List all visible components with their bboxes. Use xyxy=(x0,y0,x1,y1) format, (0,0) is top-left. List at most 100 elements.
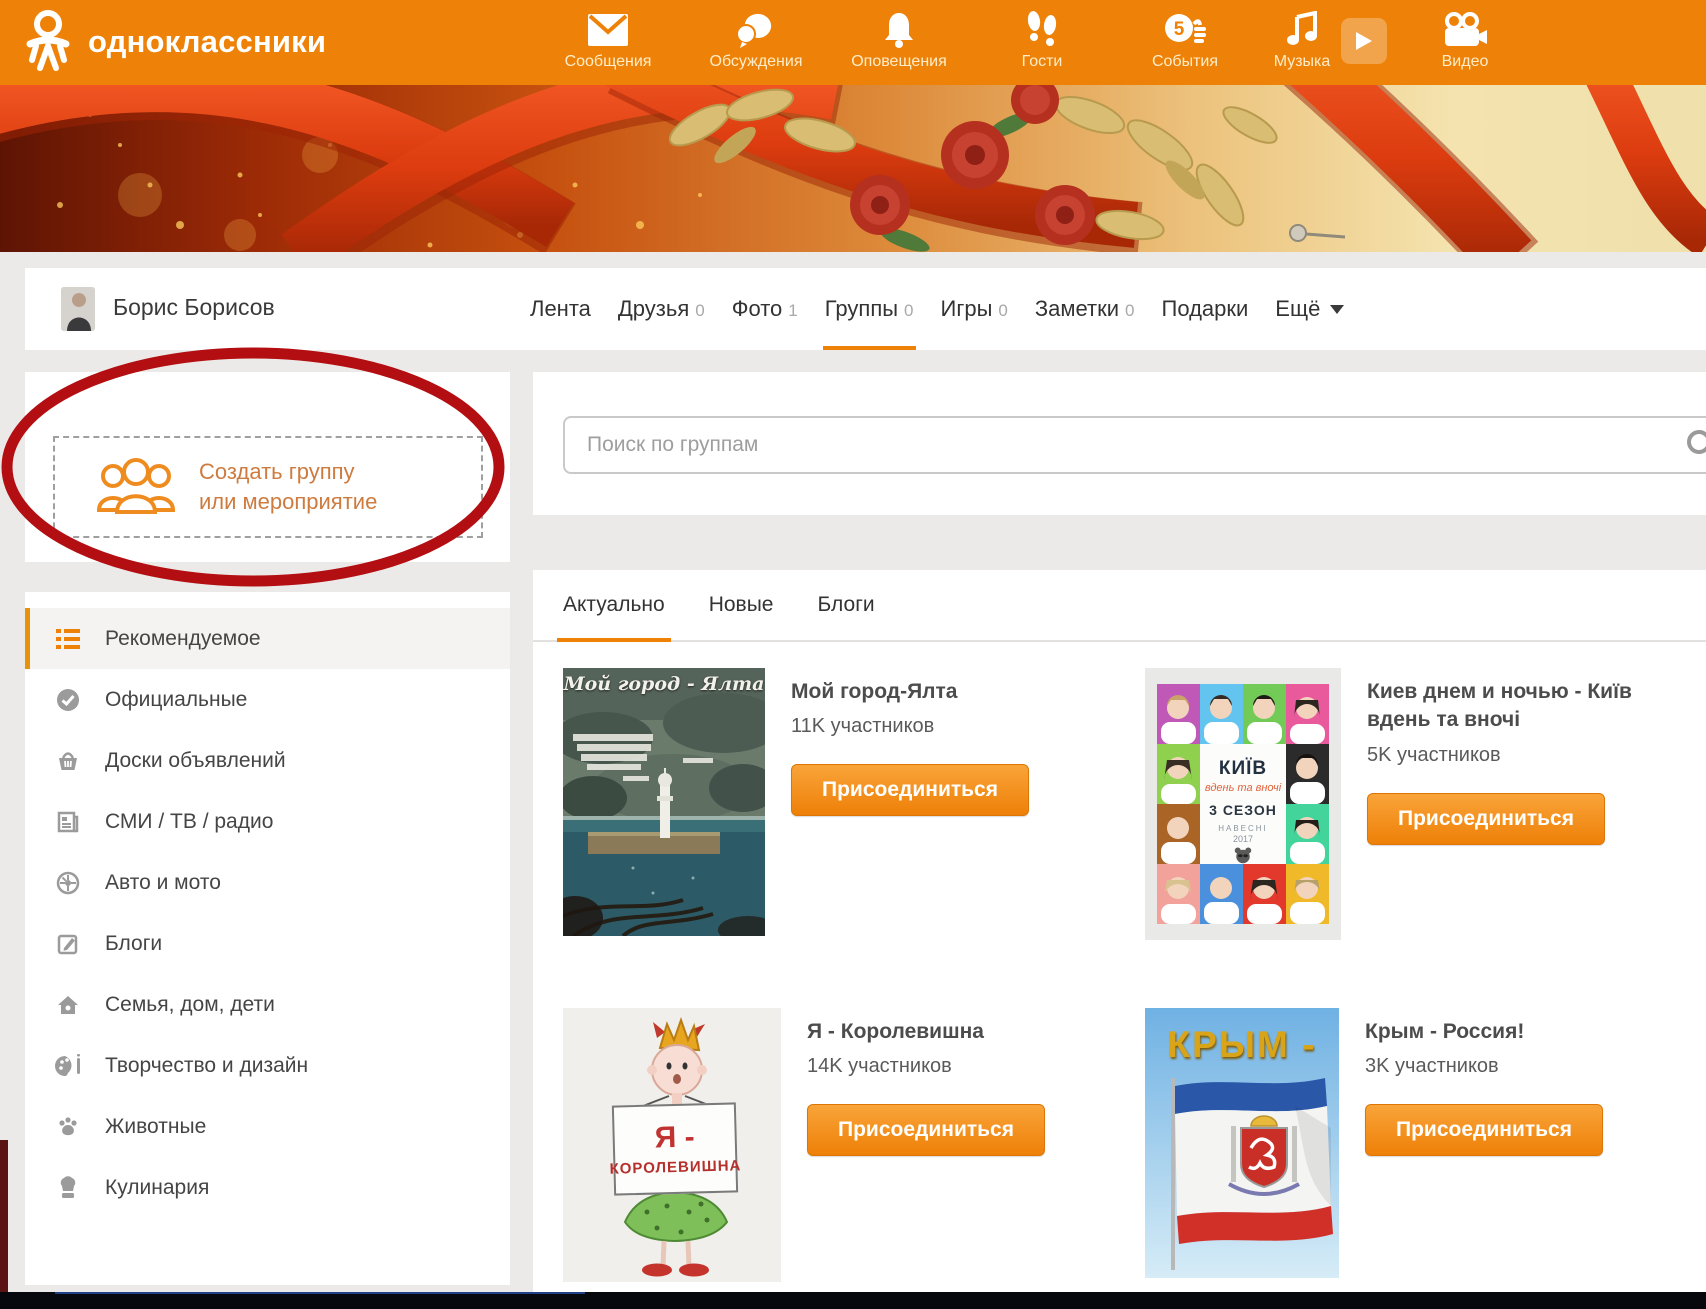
music-note-icon xyxy=(1285,9,1319,51)
events-icon: 5 xyxy=(1163,9,1207,51)
nav-label: События xyxy=(1152,53,1218,71)
sidebar-item-family-home-kids[interactable]: Семья, дом, дети xyxy=(25,974,510,1035)
group-members-count: 5K участников xyxy=(1367,744,1647,767)
profile-header: Борис Борисов Лента Друзья0 Фото1 Группы… xyxy=(25,268,1706,350)
cover-sign-line1: Я - xyxy=(654,1122,695,1153)
cover-title-text: КИЇВ xyxy=(1219,758,1267,780)
chat-icon xyxy=(734,9,778,51)
tab-blogs[interactable]: Блоги xyxy=(817,570,874,640)
nav-label: Обсуждения xyxy=(710,53,803,71)
nav-discussions[interactable]: Обсуждения xyxy=(691,0,821,85)
group-cover-image[interactable]: Мой город - Ялта xyxy=(563,668,765,936)
sidebar-item-recommended[interactable]: Рекомендуемое xyxy=(25,608,510,669)
raccoon-icon xyxy=(1230,846,1256,864)
group-members-count: 14K участников xyxy=(807,1055,1045,1078)
tab-groups[interactable]: Группы0 xyxy=(825,268,914,350)
nav-label: Гости xyxy=(1022,53,1063,71)
group-search-panel xyxy=(533,372,1706,515)
verified-check-icon xyxy=(55,687,81,713)
cover-caption-text: Мой город - Ялта xyxy=(563,673,765,695)
tab-feed[interactable]: Лента xyxy=(530,268,591,350)
footprints-icon xyxy=(1025,9,1059,51)
top-navigation-bar: одноклассники Сообщения Обсуждения xyxy=(0,0,1706,85)
join-button[interactable]: Присоединиться xyxy=(807,1104,1045,1156)
cover-season-text: 3 СЕЗОН xyxy=(1209,802,1277,818)
nav-label: Музыка xyxy=(1274,53,1331,71)
tab-games[interactable]: Игры0 xyxy=(941,268,1008,350)
search-icon[interactable] xyxy=(1685,428,1706,467)
tab-notes[interactable]: Заметки0 xyxy=(1035,268,1135,350)
nav-video[interactable]: Видео xyxy=(1400,0,1530,85)
profile-tabs: Лента Друзья0 Фото1 Группы0 Игры0 Заметк… xyxy=(530,268,1344,350)
group-members-count: 11K участников xyxy=(791,715,1029,738)
join-button[interactable]: Присоединиться xyxy=(1367,793,1605,845)
group-title[interactable]: Киев днем и ночью - Київ вдень та вночі xyxy=(1367,678,1647,735)
pencil-note-icon xyxy=(55,931,81,957)
group-info: Киев днем и ночью - Київ вдень та вночі … xyxy=(1367,668,1647,940)
tab-new[interactable]: Новые xyxy=(709,570,774,640)
wheel-icon xyxy=(55,870,81,896)
group-title[interactable]: Крым - Россия! xyxy=(1365,1018,1603,1046)
categories-sidebar: Рекомендуемое Официальные Доски объявлен… xyxy=(25,592,510,1285)
sidebar-item-auto-moto[interactable]: Авто и мото xyxy=(25,852,510,913)
house-icon xyxy=(55,992,81,1018)
tab-actual[interactable]: Актуально xyxy=(563,570,665,640)
tab-gifts[interactable]: Подарки xyxy=(1162,268,1249,350)
group-info: Крым - Россия! 3K участников Присоединит… xyxy=(1365,1008,1603,1282)
video-promo-icon[interactable] xyxy=(1341,18,1387,64)
basket-icon xyxy=(55,748,81,774)
palette-icon xyxy=(55,1053,81,1079)
group-people-icon xyxy=(95,458,177,516)
svg-text:5: 5 xyxy=(1174,19,1185,40)
group-info: Я - Королевишна 14K участников Присоедин… xyxy=(807,1008,1045,1282)
banner-art xyxy=(0,85,1706,252)
create-group-button[interactable]: Создать группу или мероприятие xyxy=(53,436,483,538)
sidebar-item-blogs[interactable]: Блоги xyxy=(25,913,510,974)
group-card-yalta: Мой город - Ялта Мой город-Ялта 11K учас… xyxy=(563,668,1108,940)
video-camera-icon xyxy=(1441,9,1489,51)
profile-name[interactable]: Борис Борисов xyxy=(113,294,275,321)
ok-logo[interactable]: одноклассники xyxy=(22,10,326,74)
victory-day-banner xyxy=(0,85,1706,252)
envelope-icon xyxy=(588,9,628,51)
sidebar-item-animals[interactable]: Животные xyxy=(25,1096,510,1157)
cover-sign-line2: КОРОЛЕВИШНА xyxy=(609,1157,741,1177)
ok-person-icon xyxy=(22,10,74,74)
content-tabs: Актуально Новые Блоги xyxy=(533,570,1706,642)
nav-messages[interactable]: Сообщения xyxy=(543,0,673,85)
search-input[interactable] xyxy=(563,416,1706,474)
bottom-black-bar xyxy=(0,1292,1706,1309)
sidebar-item-official[interactable]: Официальные xyxy=(25,669,510,730)
group-card-kyiv: КИЇВ вдень та вночі 3 СЕЗОН НАВЕСНІ 2017… xyxy=(1145,668,1693,940)
group-members-count: 3K участников xyxy=(1365,1055,1603,1078)
group-cover-image[interactable]: КИЇВ вдень та вночі 3 СЕЗОН НАВЕСНІ 2017 xyxy=(1145,668,1341,940)
cover-date-text: НАВЕСНІ xyxy=(1218,824,1268,833)
group-cover-image[interactable]: КРЫМ - xyxy=(1145,1008,1339,1278)
sidebar-item-cooking[interactable]: Кулинария xyxy=(25,1157,510,1218)
nav-label: Сообщения xyxy=(565,53,652,71)
sidebar-item-media-tv-radio[interactable]: СМИ / ТВ / радио xyxy=(25,791,510,852)
group-cover-image[interactable]: Я - КОРОЛЕВИШНА xyxy=(563,1008,781,1282)
group-info: Мой город-Ялта 11K участников Присоедини… xyxy=(791,668,1029,940)
group-title[interactable]: Мой город-Ялта xyxy=(791,678,1029,706)
tab-more[interactable]: Ещё xyxy=(1275,268,1344,350)
sidebar-item-classifieds[interactable]: Доски объявлений xyxy=(25,730,510,791)
cover-sign: Я - КОРОЛЕВИШНА xyxy=(612,1102,738,1195)
group-card-crimea: КРЫМ - Крым - Россия! 3K участников Прис… xyxy=(1145,1008,1693,1282)
odnoklassniki-groups-page: одноклассники Сообщения Обсуждения xyxy=(0,0,1706,1309)
tab-photos[interactable]: Фото1 xyxy=(732,268,798,350)
group-title[interactable]: Я - Королевишна xyxy=(807,1018,1045,1046)
join-button[interactable]: Присоединиться xyxy=(1365,1104,1603,1156)
nav-notifications[interactable]: Оповещения xyxy=(834,0,964,85)
join-button[interactable]: Присоединиться xyxy=(791,764,1029,816)
bottom-blue-line xyxy=(55,1292,585,1294)
list-icon xyxy=(55,626,81,652)
sidebar-item-art-design[interactable]: Творчество и дизайн xyxy=(25,1035,510,1096)
tab-friends[interactable]: Друзья0 xyxy=(618,268,705,350)
left-edge-strip xyxy=(0,1140,8,1292)
chef-hat-icon xyxy=(55,1175,81,1201)
nav-guests[interactable]: Гости xyxy=(977,0,1107,85)
avatar[interactable] xyxy=(61,287,95,331)
nav-events[interactable]: 5 События xyxy=(1120,0,1250,85)
group-card-korolevishna: Я - КОРОЛЕВИШНА Я - Королевишна 14K учас… xyxy=(563,1008,1108,1282)
